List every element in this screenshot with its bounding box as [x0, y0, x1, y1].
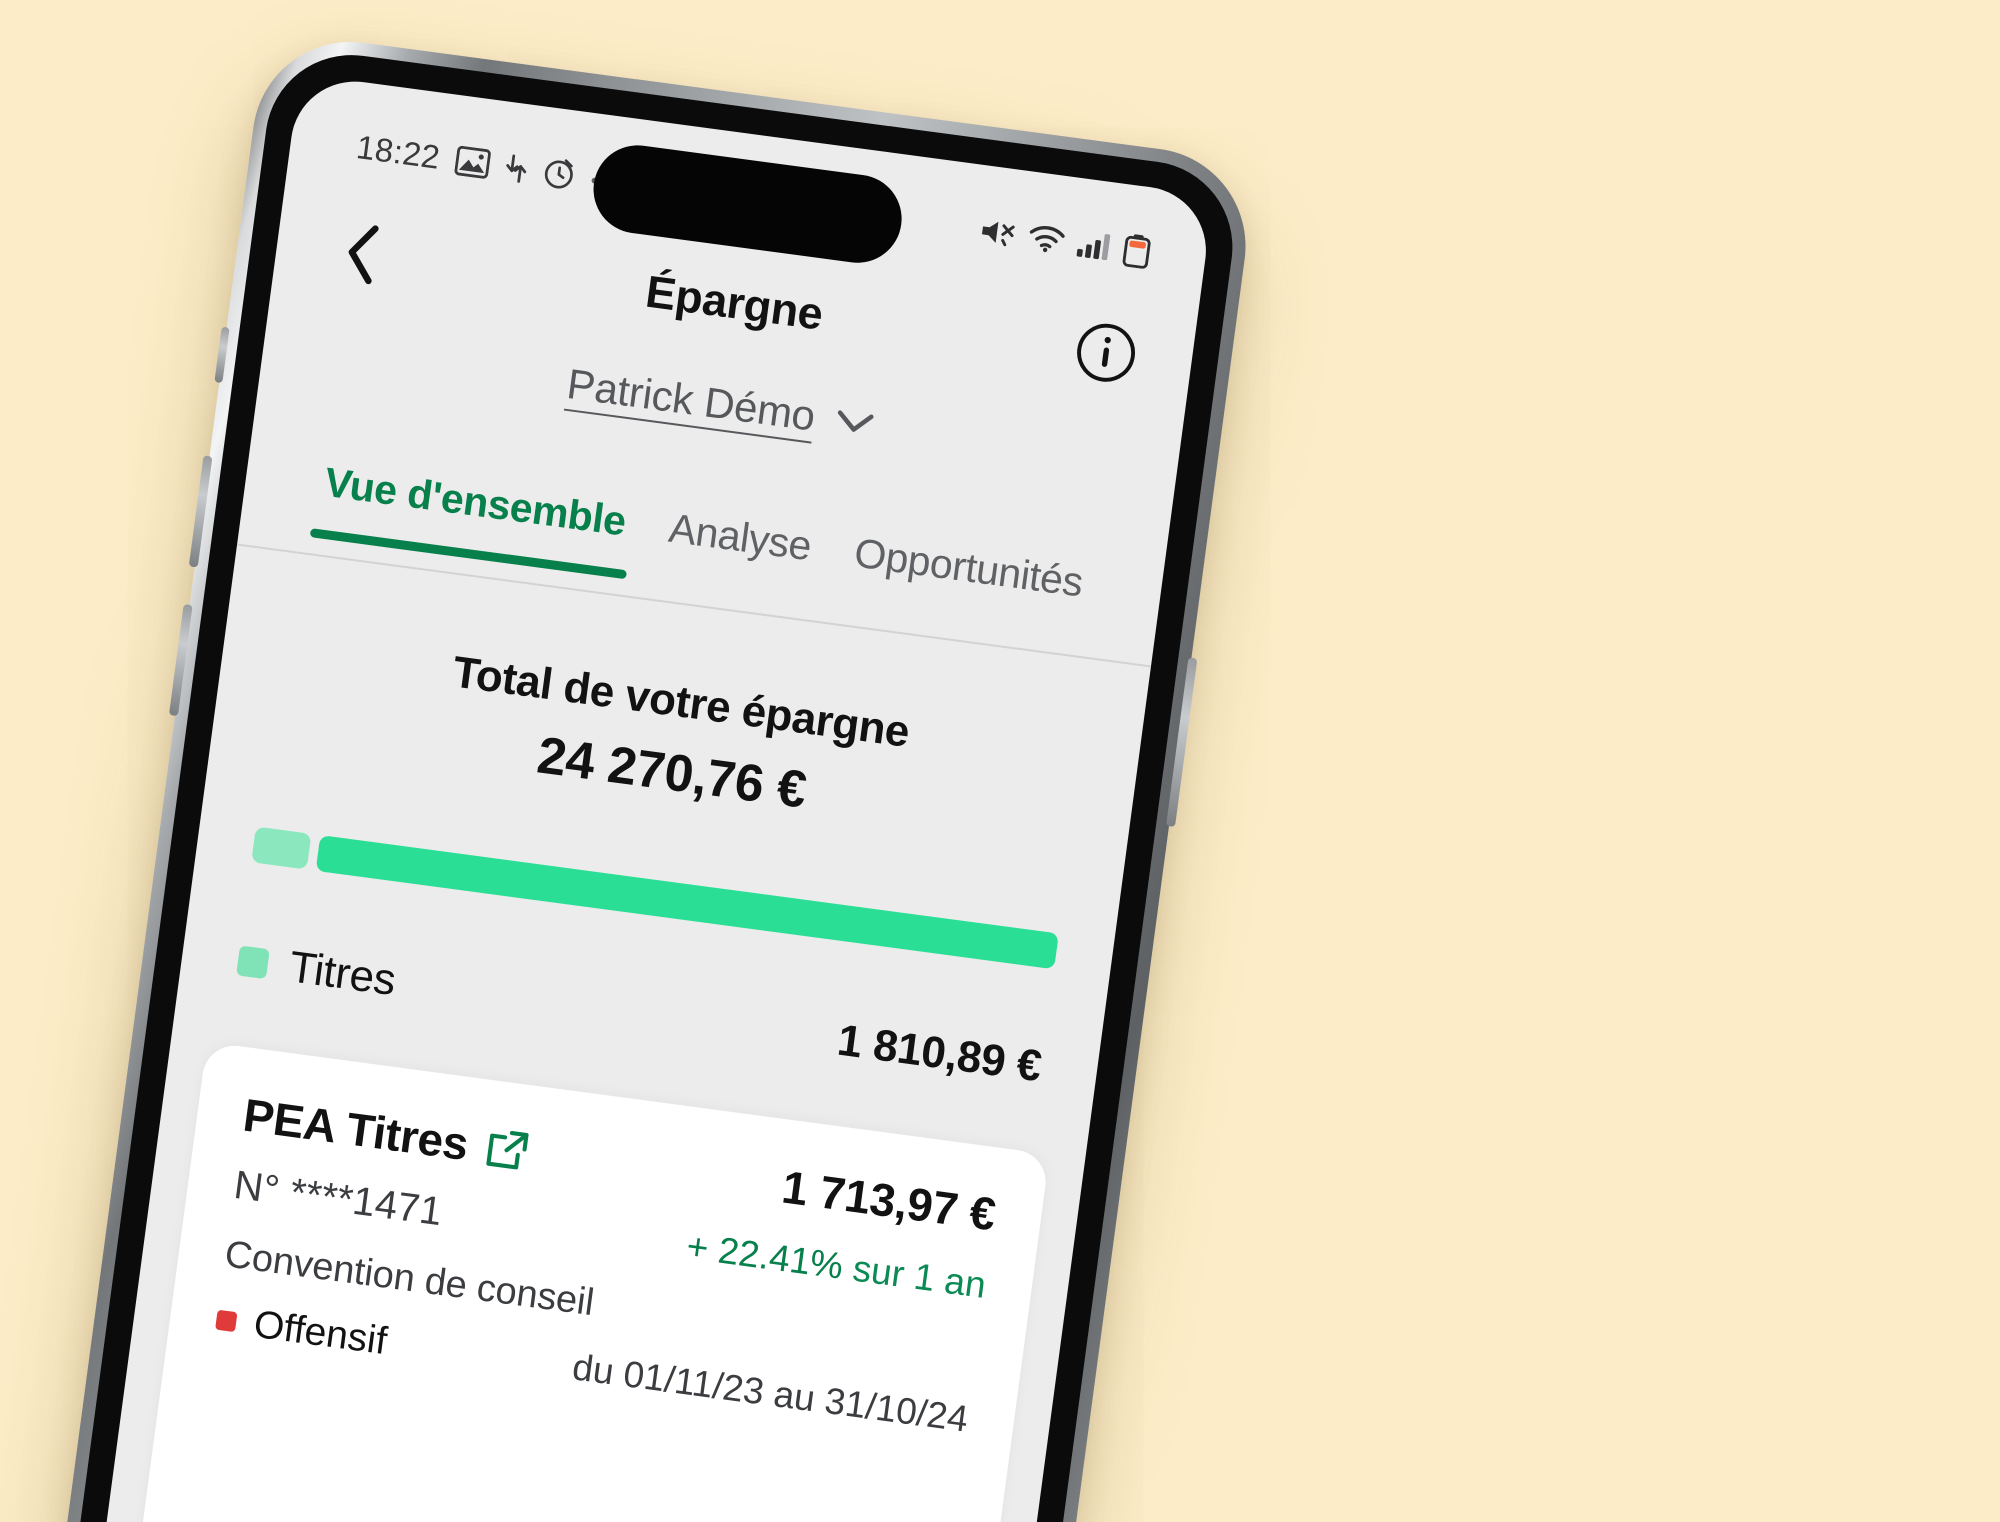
status-bar-left: 18:22 [354, 128, 628, 202]
status-bar-right [976, 213, 1152, 270]
info-button[interactable] [1068, 315, 1144, 391]
phone-screen: 18:22 Épargne Patrick Démo Vue d'ensembl… [82, 73, 1214, 1522]
legend-label: Titres [286, 942, 399, 1006]
performance-period: sur 1 an [850, 1247, 989, 1306]
progress-segment-titres [251, 826, 312, 870]
legend-value: 1 810,89 € [834, 1015, 1045, 1092]
total-savings-block: Total de votre épargne 24 270,76 € [211, 617, 1142, 864]
performance-value: + 22.41% [684, 1225, 846, 1287]
tab-analyse[interactable]: Analyse [662, 505, 814, 600]
external-link-icon[interactable] [483, 1125, 532, 1174]
progress-segment-autres [315, 835, 1059, 970]
risk-profile-dot-icon [215, 1309, 238, 1333]
back-button[interactable] [324, 215, 400, 291]
info-circle-icon [1072, 319, 1139, 386]
cellular-signal-icon [1075, 229, 1112, 261]
phone-bezel: 18:22 Épargne Patrick Démo Vue d'ensembl… [53, 44, 1244, 1522]
risk-profile-label: Offensif [251, 1302, 390, 1364]
account-name: Patrick Démo [564, 359, 819, 440]
phone-mockup: 18:22 Épargne Patrick Démo Vue d'ensembl… [38, 29, 1258, 1522]
alarm-icon [541, 156, 577, 192]
sync-icon [503, 151, 529, 185]
status-time: 18:22 [354, 128, 443, 176]
tab-vue-densemble[interactable]: Vue d'ensemble [318, 459, 629, 575]
allocation-progress-bar [251, 826, 1059, 970]
battery-icon [1122, 232, 1152, 269]
wifi-icon [1027, 223, 1066, 256]
legend-swatch-icon [236, 945, 270, 980]
card-account-number: N° ****1471 [231, 1162, 445, 1235]
chevron-down-icon [833, 408, 876, 437]
mute-icon [976, 214, 1018, 251]
tab-bar: Vue d'ensemble Analyse Opportunités [236, 448, 1164, 668]
account-card-pea-titres[interactable]: PEA Titres 1 713,97 € N° ****1471 + 22.4… [118, 1041, 1050, 1522]
tab-opportunites[interactable]: Opportunités [848, 529, 1086, 636]
chevron-left-icon [340, 220, 386, 286]
screenshot-canvas: 18:22 Épargne Patrick Démo Vue d'ensembl… [0, 0, 2000, 1522]
image-icon [453, 145, 491, 179]
card-performance: + 22.41% sur 1 an [684, 1225, 988, 1306]
